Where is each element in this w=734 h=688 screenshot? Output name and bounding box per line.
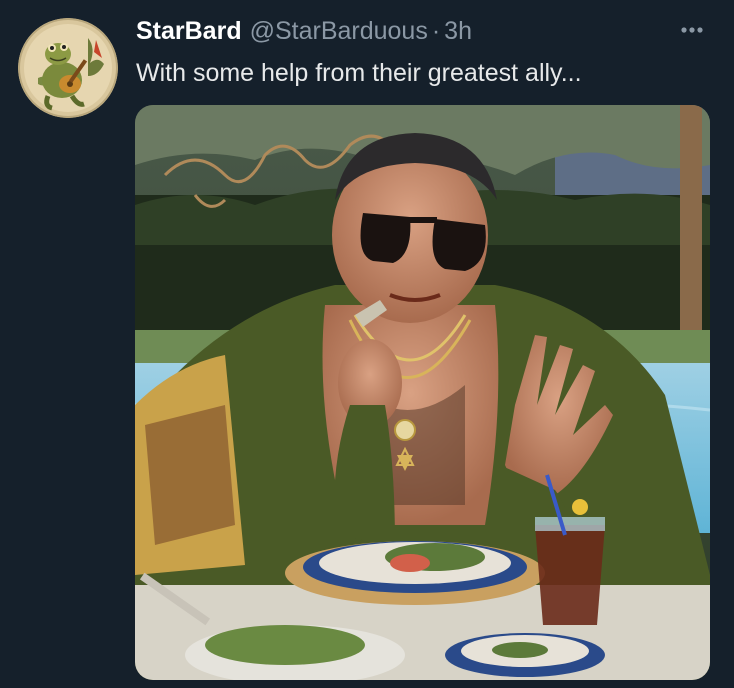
display-name[interactable]: StarBard xyxy=(136,16,242,46)
more-options-button[interactable] xyxy=(672,18,712,42)
separator-dot: · xyxy=(431,17,441,45)
more-horizontal-icon xyxy=(681,27,703,33)
user-handle[interactable]: @StarBarduous xyxy=(250,16,428,46)
photo-man-sunglasses-eating-poolside-icon xyxy=(135,105,710,680)
timestamp[interactable]: 3h xyxy=(444,16,472,46)
frog-with-guitar-avatar-icon xyxy=(18,18,118,118)
tweet-header: StarBard @StarBarduous · 3h xyxy=(136,16,472,46)
tweet-media-photo[interactable] xyxy=(135,105,710,680)
tweet[interactable]: StarBard @StarBarduous · 3h With some he… xyxy=(0,0,734,688)
tweet-text: With some help from their greatest ally.… xyxy=(136,59,582,87)
avatar[interactable] xyxy=(18,18,118,118)
